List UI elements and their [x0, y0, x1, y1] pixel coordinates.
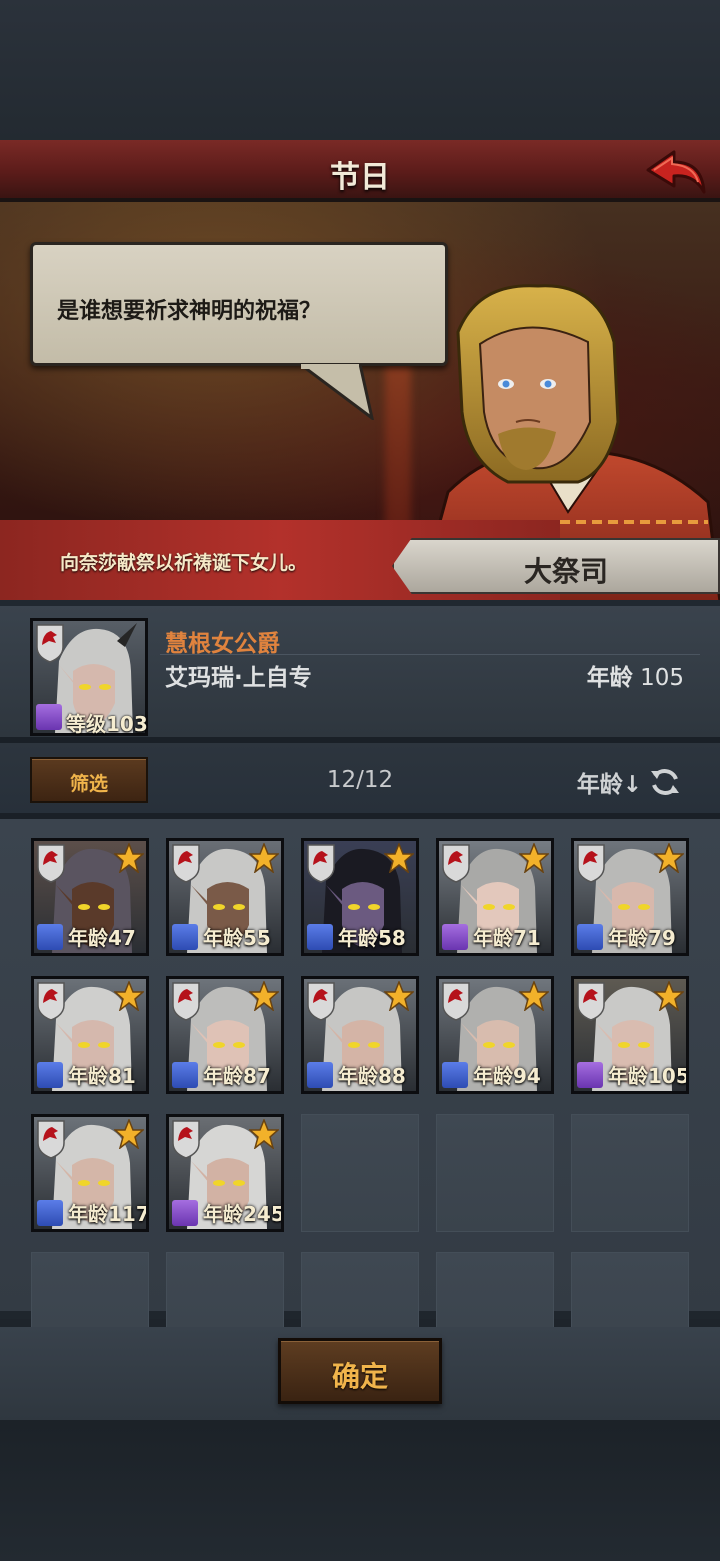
character-card[interactable]: 年龄105 [571, 976, 689, 1094]
sword-icon [577, 924, 603, 950]
bottom-background [0, 1420, 720, 1561]
age-value: 105 [640, 665, 684, 691]
star-icon [519, 981, 549, 1011]
wolf-crest-icon [442, 844, 470, 883]
sword-icon [307, 1062, 333, 1088]
page-title: 节日 [330, 160, 390, 195]
top-background [0, 0, 720, 140]
character-age: 年龄 105 [587, 658, 684, 692]
wolf-crest-icon [307, 982, 335, 1021]
character-card[interactable]: 年龄58 [301, 838, 419, 956]
speech-bubble: 是谁想要祈求神明的祝福？ [30, 242, 448, 366]
star-icon [114, 843, 144, 873]
staff-icon [442, 924, 468, 950]
back-arrow-icon[interactable] [644, 148, 708, 196]
character-card[interactable]: 年龄55 [166, 838, 284, 956]
character-age-label: 年龄47 [68, 926, 136, 950]
star-icon [654, 981, 684, 1011]
character-age-label: 年龄81 [68, 1064, 136, 1088]
character-age-label: 年龄79 [608, 926, 676, 950]
staff-icon [577, 1062, 603, 1088]
empty-slot [571, 1114, 689, 1232]
star-icon [114, 1119, 144, 1149]
dialogue-text: 是谁想要祈求神明的祝福？ [57, 299, 322, 324]
wolf-crest-icon [172, 844, 200, 883]
title-bar: 节日 [0, 140, 720, 202]
wolf-crest-icon [37, 982, 65, 1021]
character-card[interactable]: 年龄71 [436, 838, 554, 956]
sword-icon [37, 1200, 63, 1226]
filter-bar: 筛选 12/12 年龄↓ [0, 743, 720, 819]
wolf-crest-icon [37, 844, 65, 883]
sword-icon [172, 924, 198, 950]
character-age-label: 年龄71 [473, 926, 541, 950]
confirm-button-label: 确定 [331, 1360, 388, 1393]
character-age-label: 年龄117 [68, 1202, 149, 1226]
character-age-label: 年龄245 [203, 1202, 284, 1226]
star-icon [114, 981, 144, 1011]
sort-label: 年龄↓ [576, 772, 642, 798]
festival-scene: 是谁想要祈求神明的祝福？ 向奈莎献祭以祈祷诞下女儿。 大祭司 [0, 202, 720, 600]
character-name: 艾玛瑞·上自专 [165, 665, 312, 691]
character-grid: 年龄47 年龄55 年龄58 年龄71 年龄79 年龄81 年龄87 年龄88 年龄94 年龄10… [0, 819, 720, 1370]
sort-toggle[interactable]: 年龄↓ [577, 765, 682, 799]
character-card[interactable]: 年龄79 [571, 838, 689, 956]
star-icon [384, 843, 414, 873]
selected-character-panel: 等级103 慧根女公爵 艾玛瑞·上自专 年龄 105 [0, 600, 720, 743]
star-icon [654, 843, 684, 873]
character-age-label: 年龄58 [338, 926, 406, 950]
character-age-label: 年龄88 [338, 1064, 406, 1088]
star-icon [384, 981, 414, 1011]
wolf-crest-icon [36, 624, 64, 663]
character-card[interactable]: 年龄245 [166, 1114, 284, 1232]
star-icon [519, 843, 549, 873]
wolf-crest-icon [577, 982, 605, 1021]
character-card[interactable]: 年龄94 [436, 976, 554, 1094]
star-icon [249, 843, 279, 873]
wolf-crest-icon [172, 982, 200, 1021]
empty-slot [301, 1114, 419, 1232]
empty-slot [436, 1114, 554, 1232]
character-card[interactable]: 年龄88 [301, 976, 419, 1094]
refresh-icon[interactable] [648, 765, 682, 799]
divider [160, 654, 700, 655]
speaker-name: 大祭司 [524, 555, 609, 588]
character-card[interactable]: 年龄117 [31, 1114, 149, 1232]
sword-icon [37, 924, 63, 950]
character-age-label: 年龄55 [203, 926, 271, 950]
sword-icon [307, 924, 333, 950]
wolf-crest-icon [442, 982, 470, 1021]
staff-icon [36, 704, 62, 730]
character-card[interactable]: 年龄81 [31, 976, 149, 1094]
confirm-button[interactable]: 确定 [278, 1338, 442, 1404]
star-icon [249, 981, 279, 1011]
speaker-nameplate: 大祭司 [392, 538, 720, 594]
character-card[interactable]: 年龄87 [166, 976, 284, 1094]
character-age-label: 年龄105 [608, 1064, 689, 1088]
star-icon [249, 1119, 279, 1149]
wolf-crest-icon [577, 844, 605, 883]
character-title: 慧根女公爵 [165, 631, 280, 657]
sword-icon [442, 1062, 468, 1088]
sword-icon [172, 1062, 198, 1088]
speech-bubble-tail [300, 364, 374, 420]
wolf-crest-icon [172, 1120, 200, 1159]
caption-text: 向奈莎献祭以祈祷诞下女儿。 [60, 552, 308, 574]
character-age-label: 年龄87 [203, 1064, 271, 1088]
wolf-crest-icon [307, 844, 335, 883]
wolf-crest-icon [37, 1120, 65, 1159]
sword-icon [37, 1062, 63, 1088]
character-card[interactable]: 年龄47 [31, 838, 149, 956]
character-age-label: 年龄94 [473, 1064, 541, 1088]
staff-icon [172, 1200, 198, 1226]
confirm-area: 确定 [0, 1327, 720, 1420]
age-label: 年龄 [586, 665, 633, 691]
character-level: 等级103 [66, 712, 148, 736]
